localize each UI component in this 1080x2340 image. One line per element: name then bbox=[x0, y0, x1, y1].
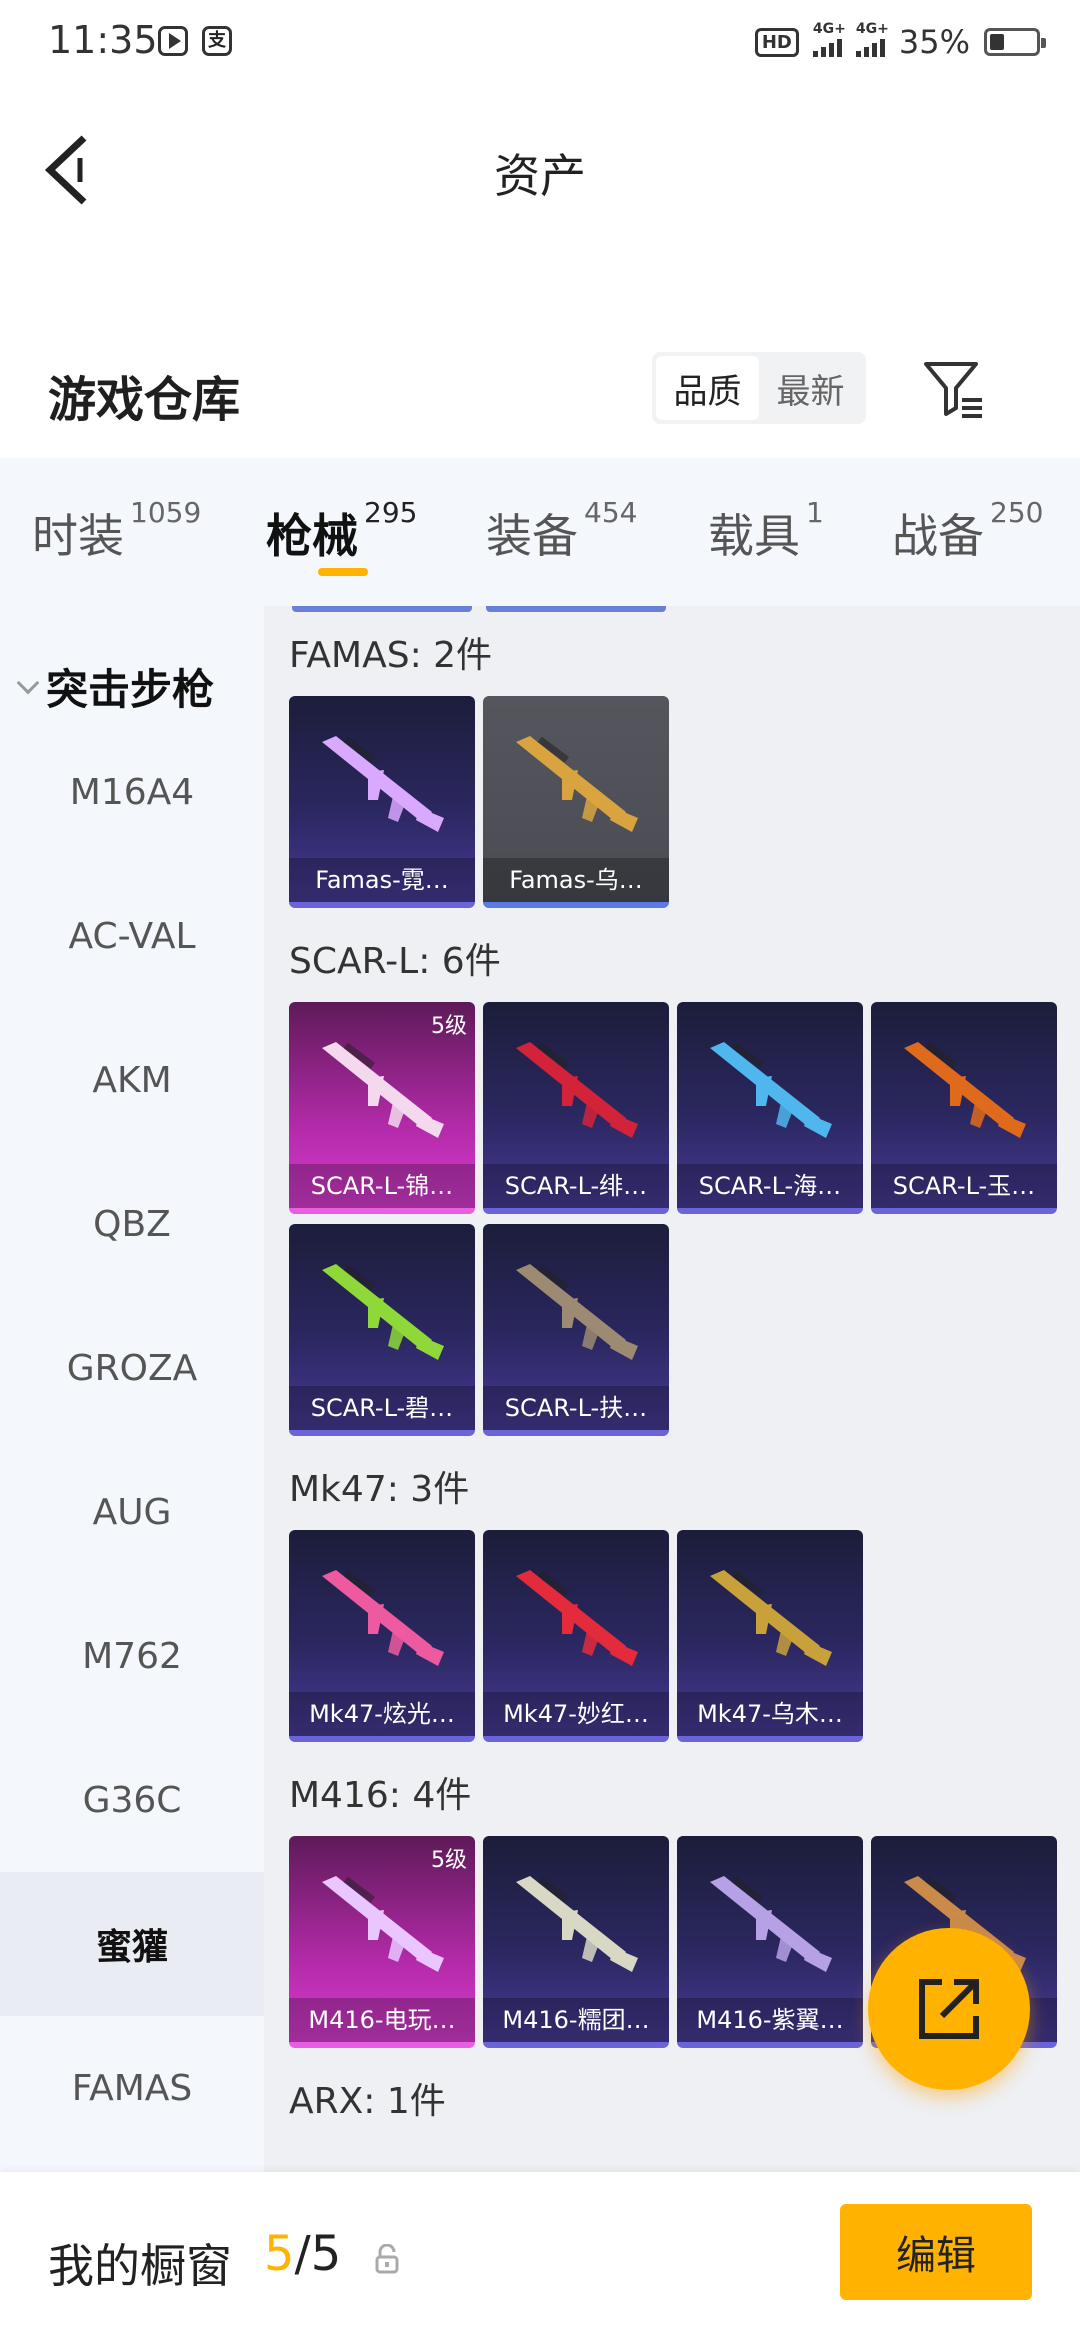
hd-voice-icon: HD bbox=[754, 27, 799, 57]
weapon-card[interactable]: Mk47-妙红… bbox=[483, 1530, 669, 1742]
sidebar-category-header[interactable]: 突击步枪 bbox=[16, 656, 214, 717]
lock-icon bbox=[375, 2244, 399, 2274]
status-bar: 11:35 支 HD 4G+ 4G+ 35% bbox=[0, 0, 1080, 90]
category-tabs: 时装 1059 枪械 295 装备 454 载具 1 战备 250 bbox=[0, 458, 1080, 606]
weapon-name: SCAR-L-绯… bbox=[483, 1164, 669, 1208]
group-title: SCAR-L: 6件 bbox=[289, 941, 501, 982]
weapon-card[interactable]: M416-糯团… bbox=[483, 1836, 669, 2048]
weapon-card[interactable]: Famas-乌… bbox=[483, 696, 669, 908]
weapon-card[interactable]: SCAR-L-扶… bbox=[483, 1224, 669, 1436]
signal-icon-2: 4G+ bbox=[855, 21, 889, 57]
weapon-name: M416-电玩… bbox=[289, 1998, 475, 2042]
tab-equipment[interactable]: 装备 454 bbox=[486, 496, 637, 566]
filter-icon bbox=[924, 362, 982, 418]
gun-icon bbox=[710, 1042, 832, 1138]
active-tab-indicator bbox=[318, 568, 368, 576]
page-title: 资产 bbox=[494, 149, 586, 203]
weapon-card[interactable]: 5级 SCAR-L-锦… bbox=[289, 1002, 475, 1214]
sidebar-item[interactable]: AKM bbox=[0, 1008, 264, 1152]
weapon-card[interactable]: Famas-霓… bbox=[289, 696, 475, 908]
tab-supplies[interactable]: 战备 250 bbox=[892, 496, 1043, 566]
weapon-name: M416-糯团… bbox=[483, 1998, 669, 2042]
card-stub bbox=[486, 606, 666, 612]
weapon-card[interactable]: Mk47-炫光… bbox=[289, 1530, 475, 1742]
video-app-icon bbox=[158, 26, 188, 56]
group-title: ARX: 1件 bbox=[289, 2081, 446, 2122]
sidebar-item[interactable]: G36C bbox=[0, 1728, 264, 1872]
gun-icon bbox=[710, 1570, 832, 1666]
warehouse-title: 游戏仓库 bbox=[48, 372, 241, 428]
group-title: Mk47: 3件 bbox=[289, 1469, 470, 1510]
weapon-type-sidebar: 突击步枪 M16A4 AC-VAL AKM QBZ GROZA AUG M762… bbox=[0, 606, 264, 2172]
weapon-card[interactable]: 5级 M416-电玩… bbox=[289, 1836, 475, 2048]
sidebar-item[interactable]: FAMAS bbox=[0, 2016, 264, 2160]
sort-quality-button[interactable]: 品质 bbox=[656, 356, 759, 420]
gun-icon bbox=[516, 1876, 638, 1972]
weapon-name: SCAR-L-锦… bbox=[289, 1164, 475, 1208]
edit-button[interactable]: 编辑 bbox=[840, 2204, 1032, 2300]
gun-icon bbox=[322, 1876, 444, 1972]
weapon-name: Mk47-乌木… bbox=[677, 1692, 863, 1736]
level-badge: 5级 bbox=[431, 1014, 467, 1039]
battery-icon bbox=[984, 28, 1046, 56]
sidebar-item[interactable]: AC-VAL bbox=[0, 864, 264, 1008]
weapon-name: M416-紫翼… bbox=[677, 1998, 863, 2042]
weapon-card[interactable]: SCAR-L-绯… bbox=[483, 1002, 669, 1214]
showcase-count: 5/5 bbox=[264, 2226, 342, 2282]
nav-bar: 资产 bbox=[0, 100, 1080, 240]
gun-icon bbox=[904, 1042, 1026, 1138]
tab-guns[interactable]: 枪械 295 bbox=[266, 496, 417, 566]
sidebar-item-selected[interactable]: 蜜獾 bbox=[0, 1872, 264, 2016]
gun-icon bbox=[322, 736, 444, 832]
chevron-down-icon bbox=[16, 671, 40, 694]
sidebar-item[interactable]: M16A4 bbox=[0, 720, 264, 864]
weapon-card[interactable]: SCAR-L-海… bbox=[677, 1002, 863, 1214]
gun-icon bbox=[516, 1570, 638, 1666]
gun-icon bbox=[516, 1042, 638, 1138]
battery-percent: 35% bbox=[898, 23, 970, 61]
share-fab-button[interactable] bbox=[868, 1928, 1030, 2090]
gun-icon bbox=[710, 1876, 832, 1972]
group-title: M416: 4件 bbox=[289, 1775, 472, 1816]
weapon-card[interactable]: SCAR-L-碧… bbox=[289, 1224, 475, 1436]
gun-icon bbox=[516, 736, 638, 832]
sort-latest-button[interactable]: 最新 bbox=[759, 356, 862, 420]
gun-icon bbox=[322, 1264, 444, 1360]
gun-icon bbox=[322, 1042, 444, 1138]
group-title: FAMAS: 2件 bbox=[289, 635, 493, 676]
warehouse-header: 游戏仓库 品质 最新 bbox=[0, 340, 1080, 460]
level-badge: 5级 bbox=[431, 1848, 467, 1873]
tab-vehicles[interactable]: 载具 1 bbox=[708, 496, 824, 566]
gun-icon bbox=[322, 1570, 444, 1666]
sidebar-item[interactable]: GROZA bbox=[0, 1296, 264, 1440]
card-stub bbox=[292, 606, 472, 612]
filter-button[interactable] bbox=[920, 354, 990, 424]
weapon-card[interactable]: M416-紫翼… bbox=[677, 1836, 863, 2048]
status-indicators: HD 4G+ 4G+ 35% bbox=[754, 20, 1046, 64]
weapon-name: Mk47-炫光… bbox=[289, 1692, 475, 1736]
weapon-card[interactable]: Mk47-乌木… bbox=[677, 1530, 863, 1742]
sidebar-item[interactable]: M762 bbox=[0, 1584, 264, 1728]
weapon-name: SCAR-L-碧… bbox=[289, 1386, 475, 1430]
status-time: 11:35 bbox=[48, 18, 158, 62]
showcase-label: 我的橱窗 bbox=[48, 2239, 232, 2293]
weapon-card[interactable]: SCAR-L-玉… bbox=[871, 1002, 1057, 1214]
signal-icon: 4G+ bbox=[812, 21, 846, 57]
tab-fashion[interactable]: 时装 1059 bbox=[32, 496, 201, 566]
pay-app-icon: 支 bbox=[202, 26, 232, 56]
weapon-name: SCAR-L-玉… bbox=[871, 1164, 1057, 1208]
weapon-name: SCAR-L-海… bbox=[677, 1164, 863, 1208]
weapon-name: Famas-乌… bbox=[483, 858, 669, 902]
sidebar-item[interactable]: QBZ bbox=[0, 1152, 264, 1296]
weapon-name: Famas-霓… bbox=[289, 858, 475, 902]
gun-icon bbox=[516, 1264, 638, 1360]
sidebar-item[interactable]: AUG bbox=[0, 1440, 264, 1584]
sort-toggle: 品质 最新 bbox=[652, 352, 866, 424]
showcase-bar: 我的橱窗 5/5 编辑 bbox=[0, 2172, 1080, 2340]
weapon-name: SCAR-L-扶… bbox=[483, 1386, 669, 1430]
share-icon bbox=[919, 1979, 979, 2039]
weapon-name: Mk47-妙红… bbox=[483, 1692, 669, 1736]
